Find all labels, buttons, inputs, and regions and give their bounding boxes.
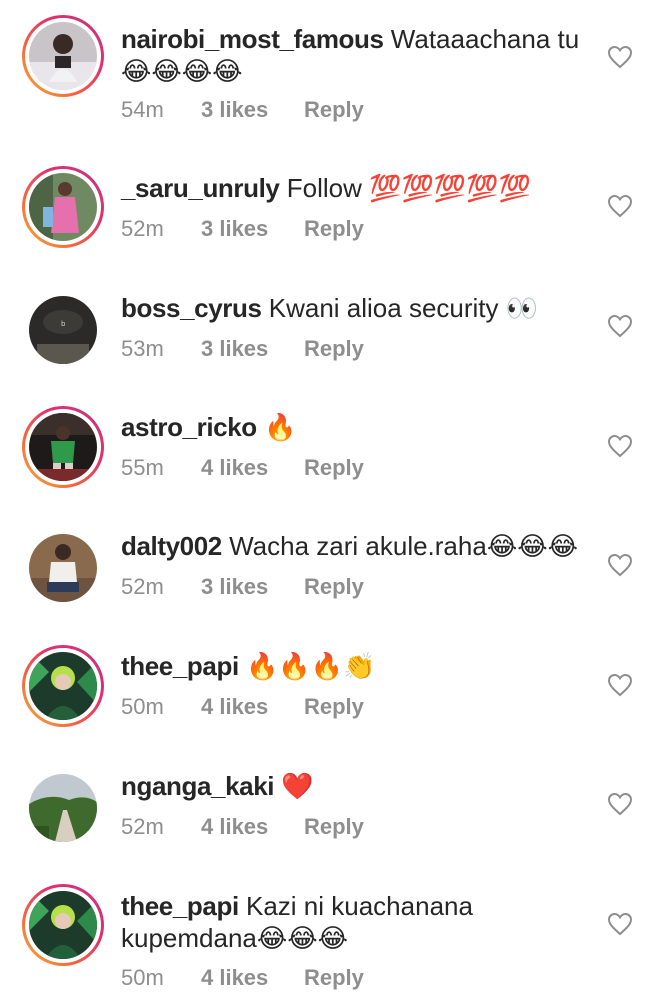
comment-username[interactable]: nairobi_most_famous xyxy=(121,24,384,54)
heart-outline-icon xyxy=(607,553,633,577)
like-button[interactable] xyxy=(607,314,633,338)
avatar[interactable] xyxy=(22,527,104,609)
avatar[interactable] xyxy=(22,166,104,248)
heart-outline-icon xyxy=(607,912,633,936)
avatar[interactable] xyxy=(22,884,104,966)
heart-outline-icon xyxy=(607,314,633,338)
avatar[interactable] xyxy=(22,645,104,727)
comment-time: 55m xyxy=(121,455,164,480)
comment-likes[interactable]: 4 likes xyxy=(201,965,304,991)
landscape-road-avatar xyxy=(29,774,97,842)
dark-cap-avatar: b xyxy=(29,296,97,364)
comment-likes[interactable]: 4 likes xyxy=(201,455,304,481)
avatar[interactable] xyxy=(22,767,104,849)
heart-outline-icon xyxy=(607,194,633,218)
avatar[interactable] xyxy=(22,15,104,97)
comment-likes[interactable]: 4 likes xyxy=(201,694,304,720)
comment-text: 🔥🔥🔥👏 xyxy=(238,651,376,681)
comment-text: Follow 💯💯💯💯💯 xyxy=(279,173,531,203)
heart-outline-icon xyxy=(607,434,633,458)
comment-likes[interactable]: 3 likes xyxy=(201,574,304,600)
comment-time: 52m xyxy=(121,814,164,839)
comment-text: Kwani alioa security 👀 xyxy=(261,293,539,323)
comment-username[interactable]: thee_papi xyxy=(121,891,239,921)
reply-button[interactable]: Reply xyxy=(304,694,364,720)
pink-outfit-avatar xyxy=(29,173,97,241)
heart-outline-icon xyxy=(607,792,633,816)
comment-time: 50m xyxy=(121,694,164,719)
comment-likes[interactable]: 4 likes xyxy=(201,814,304,840)
comment-text: 🔥 xyxy=(256,412,297,442)
comment-username[interactable]: astro_ricko xyxy=(121,412,257,442)
reply-button[interactable]: Reply xyxy=(304,455,364,481)
comment-text: Wacha zari akule.raha😂😂😂 xyxy=(221,531,578,561)
like-button[interactable] xyxy=(607,792,633,816)
heart-outline-icon xyxy=(607,673,633,697)
like-button[interactable] xyxy=(607,194,633,218)
svg-text:b: b xyxy=(61,320,66,328)
green-hair-avatar xyxy=(29,891,97,959)
comment-time: 52m xyxy=(121,574,164,599)
like-button[interactable] xyxy=(607,673,633,697)
comment-username[interactable]: nganga_kaki xyxy=(121,771,275,801)
comment-likes[interactable]: 3 likes xyxy=(201,336,304,362)
comment-username[interactable]: thee_papi xyxy=(121,651,239,681)
comment-username[interactable]: dalty002 xyxy=(121,531,222,561)
comment-username[interactable]: _saru_unruly xyxy=(121,173,280,203)
comment-time: 54m xyxy=(121,97,164,122)
comment-likes[interactable]: 3 likes xyxy=(201,216,304,242)
reply-button[interactable]: Reply xyxy=(304,336,364,362)
comment-time: 53m xyxy=(121,336,164,361)
seated-man-avatar xyxy=(29,534,97,602)
like-button[interactable] xyxy=(607,912,633,936)
comment-time: 50m xyxy=(121,965,164,990)
comment-time: 52m xyxy=(121,216,164,241)
like-button[interactable] xyxy=(607,553,633,577)
comment-likes[interactable]: 3 likes xyxy=(201,97,304,123)
like-button[interactable] xyxy=(607,45,633,69)
avatar[interactable]: b xyxy=(22,289,104,371)
reply-button[interactable]: Reply xyxy=(304,814,364,840)
woman-selfie-avatar xyxy=(29,22,97,90)
comment-username[interactable]: boss_cyrus xyxy=(121,293,262,323)
reply-button[interactable]: Reply xyxy=(304,965,364,991)
reply-button[interactable]: Reply xyxy=(304,97,364,123)
comment-text: ❤️ xyxy=(274,771,314,801)
reply-button[interactable]: Reply xyxy=(304,574,364,600)
green-hair-avatar xyxy=(29,652,97,720)
heart-outline-icon xyxy=(607,45,633,69)
like-button[interactable] xyxy=(607,434,633,458)
man-green-shirt-avatar xyxy=(29,413,97,481)
reply-button[interactable]: Reply xyxy=(304,216,364,242)
avatar[interactable] xyxy=(22,406,104,488)
